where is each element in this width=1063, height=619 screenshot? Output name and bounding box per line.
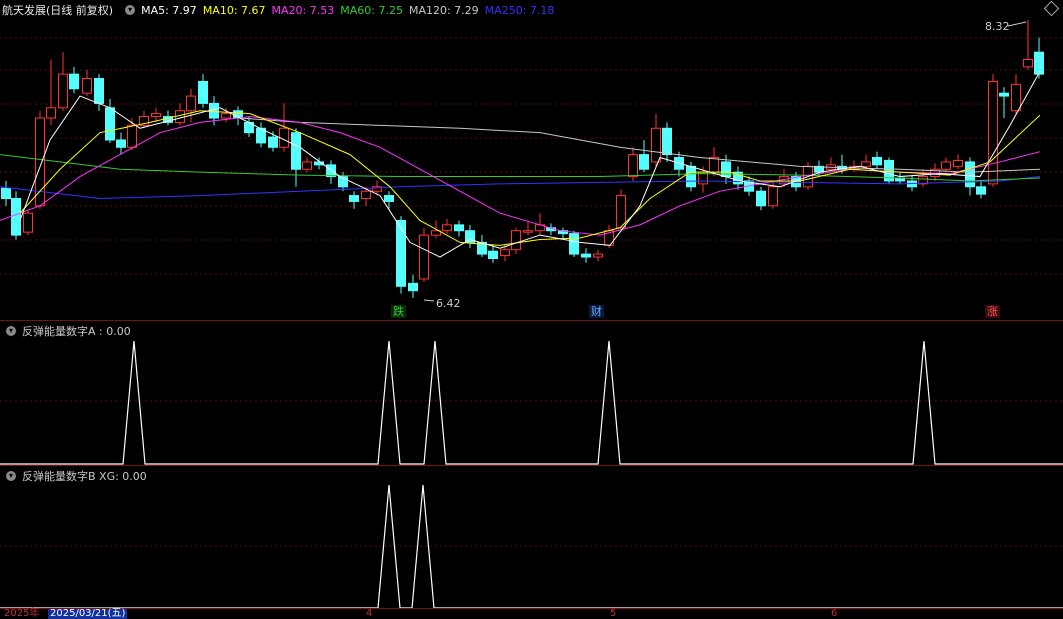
date-start: 2025年 <box>4 608 40 619</box>
candle-body <box>639 154 649 170</box>
candle-body <box>396 219 406 287</box>
candle-body <box>628 154 638 178</box>
candle-body <box>1 187 11 200</box>
candle-body <box>941 161 951 170</box>
candle-body <box>94 78 104 104</box>
candle-body <box>116 139 126 148</box>
indicator-b-chart[interactable] <box>0 466 1063 609</box>
candle-body <box>662 127 672 156</box>
tag-die: 跌 <box>391 305 406 318</box>
candle-body <box>35 117 45 207</box>
candle-body <box>209 102 219 119</box>
indicator-line <box>0 340 1063 465</box>
candle-body <box>500 249 510 257</box>
candle-body <box>291 132 301 170</box>
candle-body <box>69 73 79 90</box>
candle-body <box>82 78 92 94</box>
candle-body <box>953 159 963 167</box>
candle-body <box>511 230 521 251</box>
candle-body <box>593 253 603 258</box>
tag-zhang: 涨 <box>985 305 1000 318</box>
candle-body <box>454 224 464 232</box>
candle-body <box>105 107 115 141</box>
candle-body <box>1011 83 1021 112</box>
indicator-a-chart[interactable] <box>0 321 1063 466</box>
candle-body <box>23 212 33 233</box>
candle-body <box>408 282 418 292</box>
candle-body <box>686 165 696 188</box>
candle-body <box>488 250 498 259</box>
date-selected[interactable]: 2025/03/21(五) <box>48 609 128 619</box>
date-month-5: 5 <box>610 608 617 619</box>
candle-body <box>988 80 998 185</box>
candle-body <box>1034 51 1044 75</box>
candle-body <box>756 190 766 207</box>
low-pointer <box>423 299 435 302</box>
candle-body <box>349 195 359 202</box>
candle-body <box>442 224 452 232</box>
candle-body <box>198 80 208 104</box>
candle-body <box>872 157 882 166</box>
candle-body <box>709 157 719 173</box>
candle-body <box>127 124 137 148</box>
candle-body <box>46 107 56 119</box>
date-month-4: 4 <box>366 608 373 619</box>
candle-body <box>221 113 231 119</box>
candle-body <box>58 73 68 109</box>
date-month-6: 6 <box>831 608 838 619</box>
date-axis: 2025年 2025/03/21(五) 4 5 6 <box>0 609 1063 619</box>
candle-body <box>186 95 196 112</box>
candle-body <box>361 190 371 200</box>
candle-body <box>302 161 312 170</box>
candle-body <box>569 233 579 255</box>
candlestick-chart[interactable] <box>0 0 1063 320</box>
candle-body <box>326 164 336 178</box>
candle-body <box>965 161 975 188</box>
candle-body <box>11 198 21 236</box>
candle-body <box>976 186 986 195</box>
candle-body <box>651 127 661 163</box>
candle-body <box>999 92 1009 97</box>
candle-body <box>419 234 429 280</box>
candle-body <box>768 186 778 207</box>
low-price-label: 6.42 <box>436 297 461 310</box>
candle-body <box>523 230 533 233</box>
high-price-label: 8.32 <box>985 20 1010 33</box>
tag-cai: 财 <box>589 305 604 318</box>
candle-body <box>616 195 626 229</box>
candle-body <box>1023 59 1033 68</box>
candle-body <box>581 253 591 258</box>
candle-body <box>861 161 871 167</box>
candle-body <box>151 113 161 118</box>
candle-body <box>268 136 278 148</box>
candle-body <box>384 195 394 202</box>
